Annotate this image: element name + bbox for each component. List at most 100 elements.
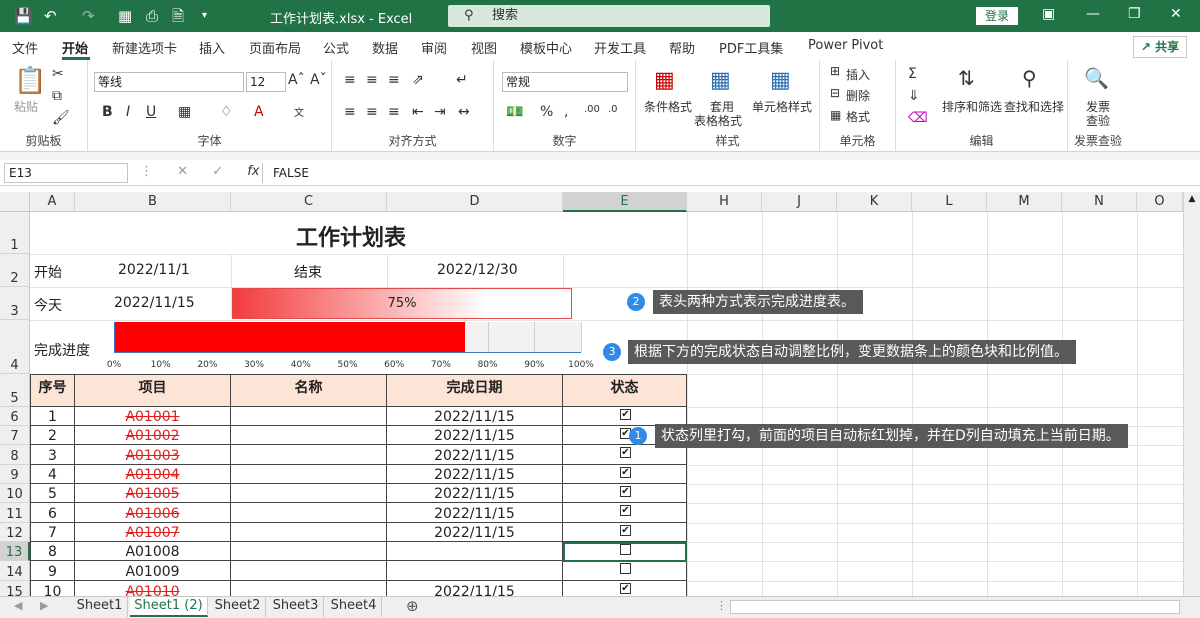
tab-formulas[interactable]: 公式: [323, 38, 349, 57]
table-cell[interactable]: A01005: [75, 484, 231, 503]
ribbon-display-icon[interactable]: ▣: [1042, 6, 1055, 22]
scroll-left-icon[interactable]: ◀: [14, 599, 22, 612]
column-header-d[interactable]: D: [387, 192, 563, 212]
column-header-b[interactable]: B: [75, 192, 231, 212]
table-cell[interactable]: [231, 426, 387, 445]
table-cell[interactable]: A01010: [75, 581, 231, 596]
column-header-m[interactable]: M: [987, 192, 1062, 212]
table-cell[interactable]: 2022/11/15: [387, 523, 563, 542]
tab-pdf-tools[interactable]: PDF工具集: [719, 38, 783, 57]
table-cell[interactable]: [231, 407, 387, 426]
search-box[interactable]: ⚲ 搜索: [448, 5, 770, 27]
undo-icon[interactable]: ↶: [44, 6, 57, 26]
orientation-icon[interactable]: ⇗: [412, 72, 424, 88]
close-icon[interactable]: ✕: [1170, 6, 1182, 22]
table-cell[interactable]: [231, 561, 387, 581]
table-cell[interactable]: A01002: [75, 426, 231, 445]
row-header-11[interactable]: 11: [0, 503, 30, 523]
decrease-indent-icon[interactable]: ⇤: [412, 104, 424, 120]
table-cell[interactable]: ✔: [563, 503, 687, 523]
today-label-cell[interactable]: 今天: [34, 295, 62, 315]
row-header-7[interactable]: 7: [0, 426, 30, 445]
column-header-k[interactable]: K: [837, 192, 912, 212]
clear-icon[interactable]: ⌫: [908, 110, 928, 126]
column-header-o[interactable]: O: [1137, 192, 1183, 212]
table-cell[interactable]: A01003: [75, 445, 231, 465]
tab-new[interactable]: 新建选项卡: [112, 38, 177, 57]
increase-indent-icon[interactable]: ⇥: [434, 104, 446, 120]
increase-font-icon[interactable]: Aˆ: [288, 72, 305, 88]
sheet-tab-sheet1-2[interactable]: Sheet1 (2): [130, 597, 208, 617]
redo-icon[interactable]: ↷: [82, 6, 95, 26]
table-cell[interactable]: ✔: [563, 445, 687, 465]
align-center-icon[interactable]: ≡: [366, 104, 378, 120]
border-icon[interactable]: ▦: [178, 104, 191, 120]
column-header-l[interactable]: L: [912, 192, 987, 212]
tab-file[interactable]: 文件: [12, 38, 38, 57]
status-checkbox-checked[interactable]: ✔: [620, 583, 631, 594]
table-cell[interactable]: ✔: [563, 465, 687, 484]
progress-bar-chart[interactable]: [114, 322, 582, 353]
table-cell[interactable]: ✔: [563, 523, 687, 542]
table-cell[interactable]: A01004: [75, 465, 231, 484]
sheet-title[interactable]: 工作计划表: [296, 220, 406, 252]
table-cell[interactable]: [231, 465, 387, 484]
format-cells-label[interactable]: 格式: [846, 108, 870, 125]
phonetic-icon[interactable]: 文: [294, 104, 304, 119]
table-cell[interactable]: 2022/11/15: [387, 484, 563, 503]
conditional-format-icon[interactable]: ▦: [654, 68, 675, 93]
table-cell[interactable]: [563, 561, 687, 581]
horizontal-scrollbar[interactable]: [730, 600, 1180, 614]
row-header-4[interactable]: 4: [0, 320, 30, 374]
table-cell[interactable]: [231, 523, 387, 542]
table-cell[interactable]: [231, 542, 387, 561]
table-cell[interactable]: A01006: [75, 503, 231, 523]
tab-page-layout[interactable]: 页面布局: [249, 38, 301, 57]
table-cell[interactable]: 2022/11/15: [387, 445, 563, 465]
table-cell[interactable]: [231, 484, 387, 503]
formula-input[interactable]: FALSE: [262, 163, 1190, 183]
scroll-up-icon[interactable]: ▲: [1184, 194, 1200, 204]
status-checkbox[interactable]: [620, 563, 631, 574]
tab-power-pivot[interactable]: Power Pivot: [808, 38, 883, 53]
comma-style-icon[interactable]: ,: [564, 104, 568, 120]
tabs-more-icon[interactable]: ⋮: [716, 599, 727, 612]
restore-icon[interactable]: ❐: [1128, 6, 1141, 22]
column-header-c[interactable]: C: [231, 192, 387, 212]
progress-data-bar[interactable]: 75%: [232, 288, 572, 319]
sheet-tab-sheet1[interactable]: Sheet1: [72, 597, 128, 617]
table-cell[interactable]: 4: [30, 465, 75, 484]
table-cell[interactable]: [387, 542, 563, 561]
find-select-label[interactable]: 查找和选择: [1004, 98, 1064, 115]
end-label-cell[interactable]: 结束: [294, 262, 322, 282]
table-cell[interactable]: A01008: [75, 542, 231, 561]
column-header-a[interactable]: A: [30, 192, 75, 212]
row-header-6[interactable]: 6: [0, 407, 30, 426]
name-box[interactable]: E13: [4, 163, 128, 183]
fill-color-icon[interactable]: ♢: [220, 104, 233, 120]
row-header-2[interactable]: 2: [0, 254, 30, 287]
wrap-text-icon[interactable]: ↵: [456, 72, 468, 88]
progress-label-cell[interactable]: 完成进度: [34, 340, 90, 360]
paste-icon[interactable]: 📋: [14, 66, 46, 96]
table-cell[interactable]: 2022/11/15: [387, 407, 563, 426]
print-icon[interactable]: ⎙: [146, 6, 158, 26]
table-header-cell[interactable]: 完成日期: [387, 374, 563, 407]
table-cell[interactable]: 6: [30, 503, 75, 523]
row-header-5[interactable]: 5: [0, 374, 30, 407]
table-cell[interactable]: 2: [30, 426, 75, 445]
table-cell[interactable]: ✔: [563, 484, 687, 503]
table-header-cell[interactable]: 项目: [75, 374, 231, 407]
sheet-tab-sheet2[interactable]: Sheet2: [210, 597, 266, 617]
tab-review[interactable]: 审阅: [421, 38, 447, 57]
table-cell[interactable]: 9: [30, 561, 75, 581]
status-checkbox-checked[interactable]: ✔: [620, 409, 631, 420]
file-icon[interactable]: 🗎: [172, 6, 184, 26]
format-painter-icon[interactable]: 🖌: [52, 110, 70, 126]
format-as-table-label-2[interactable]: 表格格式: [694, 112, 742, 129]
table-cell[interactable]: [231, 445, 387, 465]
row-header-3[interactable]: 3: [0, 287, 30, 320]
worksheet[interactable]: A B C D E H J K L M N O 1 2 3 4 5 6 7 8 …: [0, 192, 1200, 596]
table-cell[interactable]: 5: [30, 484, 75, 503]
table-cell[interactable]: 2022/11/15: [387, 503, 563, 523]
